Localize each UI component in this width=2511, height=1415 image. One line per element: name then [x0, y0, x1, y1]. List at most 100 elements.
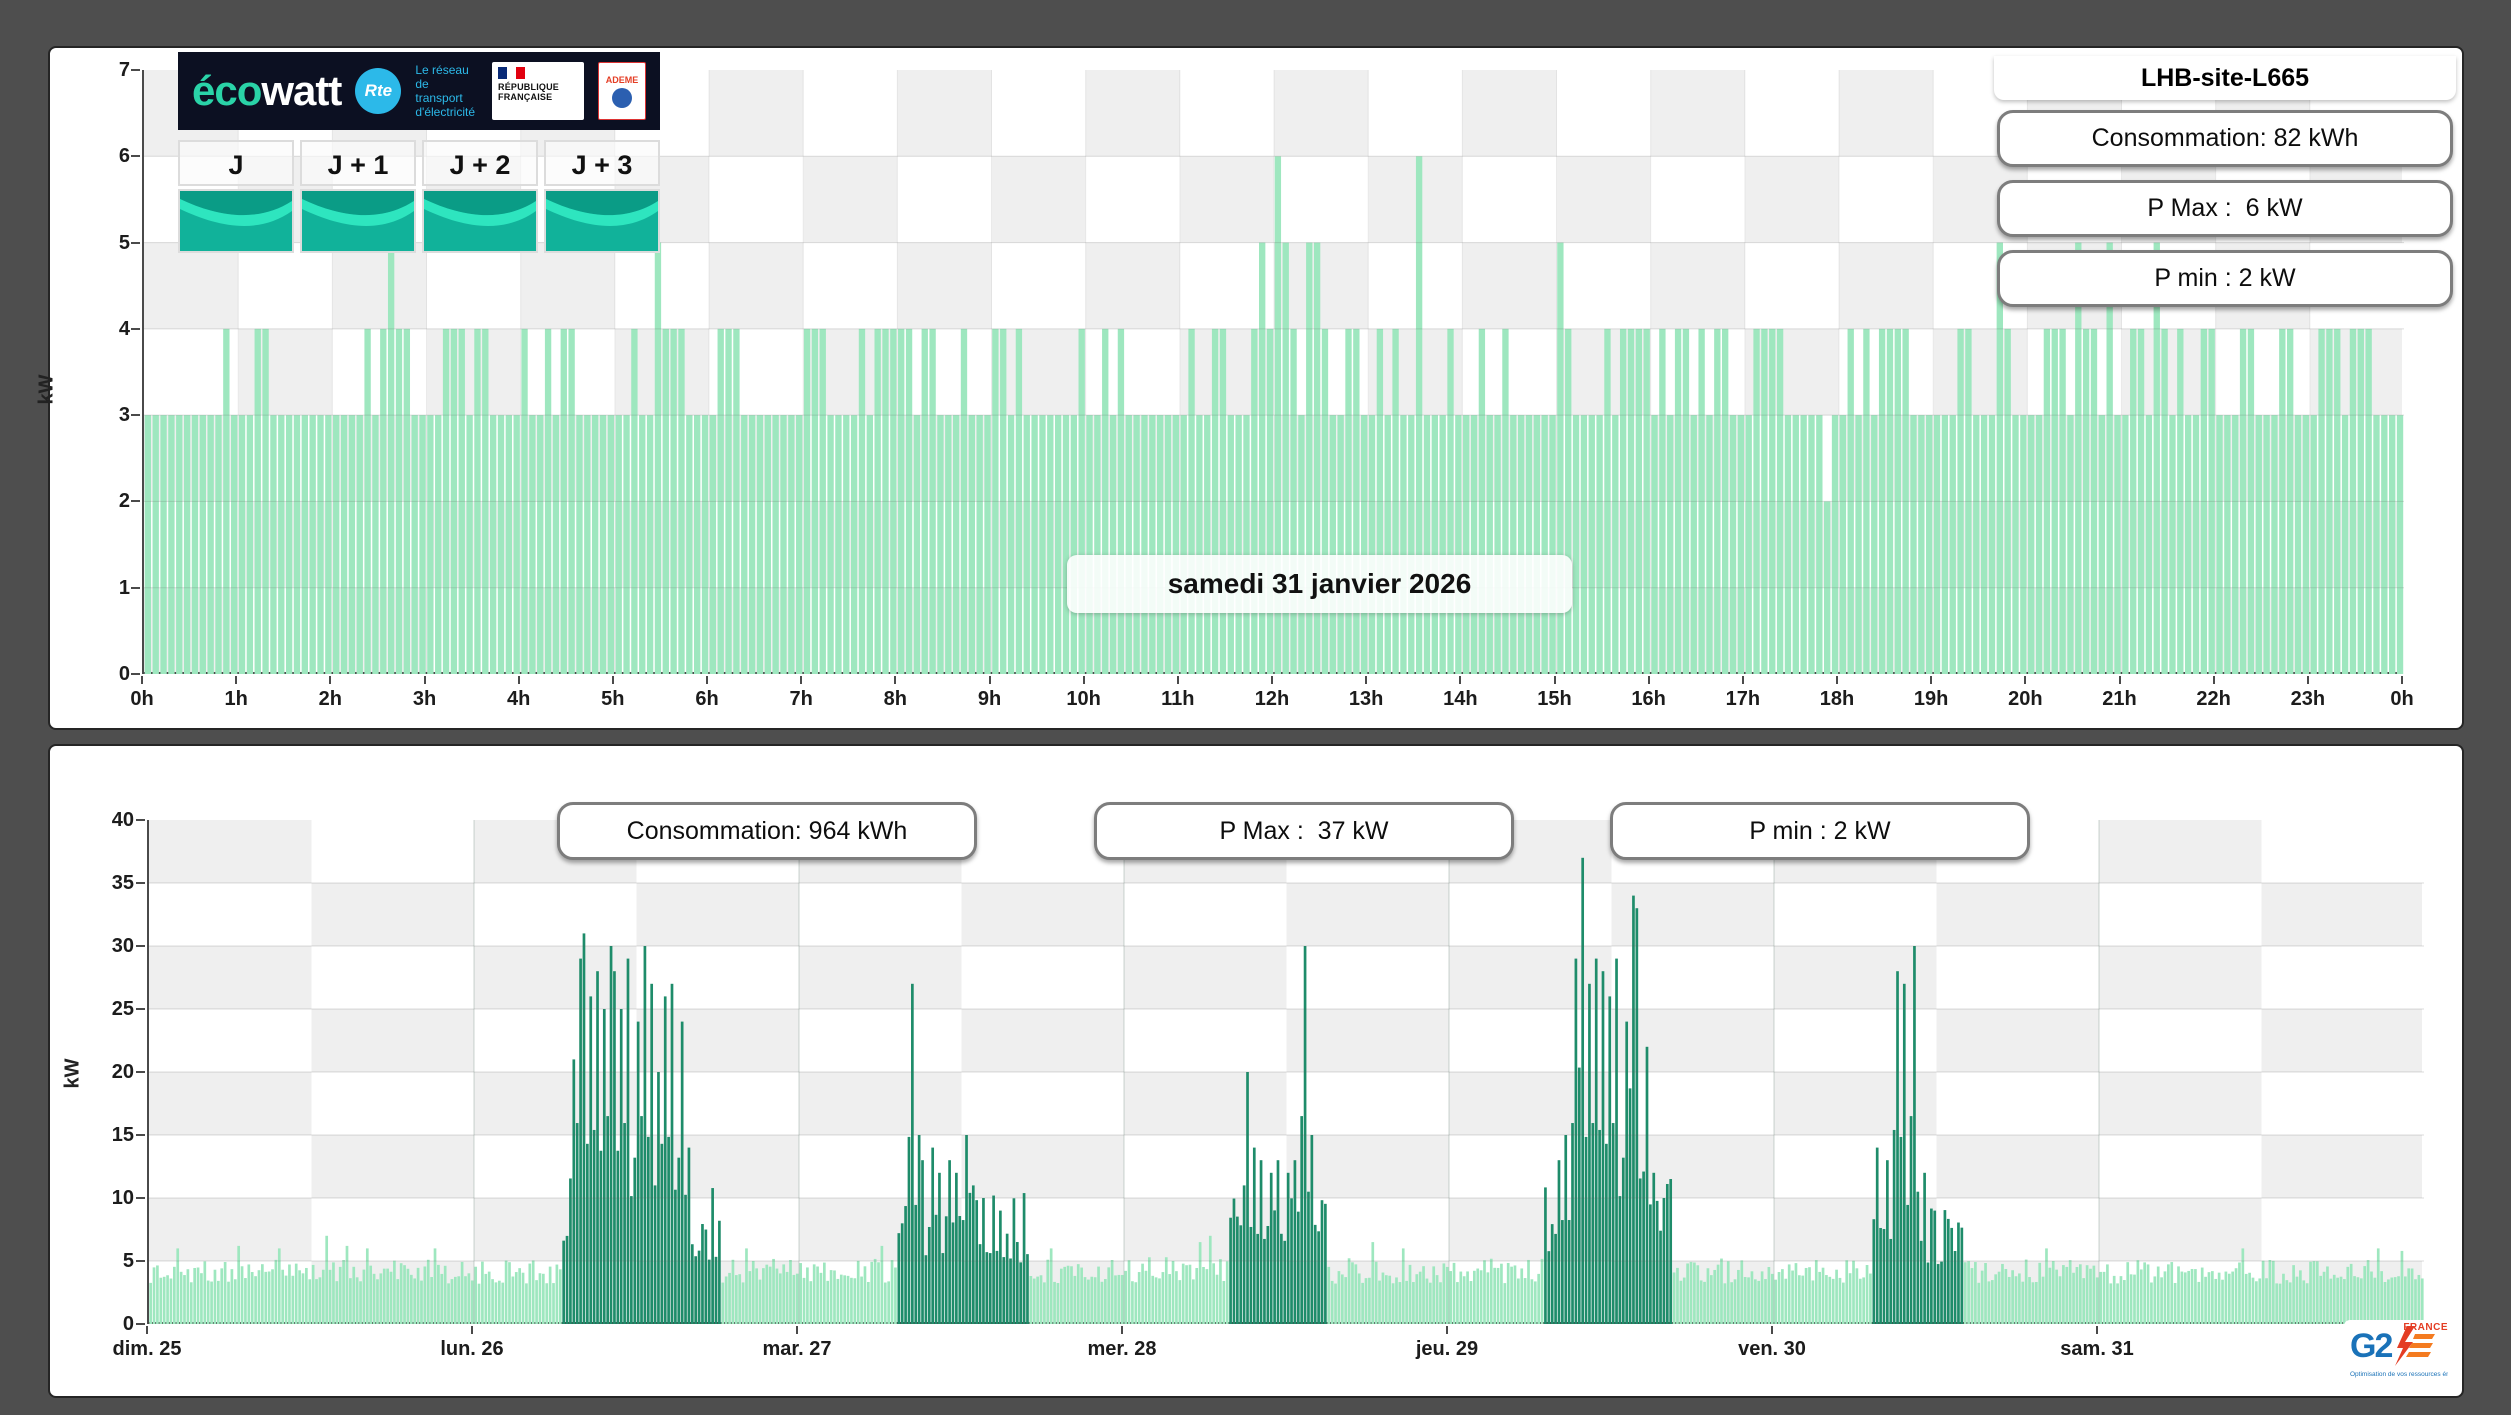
daily-y-tick-label: 0: [118, 663, 130, 685]
weekly-y-tick-label: 10: [111, 1187, 134, 1209]
daily-y-tick-label: 4: [118, 317, 130, 340]
daily-x-tick-mark: [1176, 676, 1179, 684]
daily-x-tick-mark: [2212, 676, 2215, 684]
daily-x-tick-mark: [1741, 676, 1744, 684]
daily-x-tick-mark: [800, 676, 803, 684]
daily-x-tick-mark: [2118, 676, 2121, 684]
daily-x-tick-label: 7h: [789, 688, 813, 710]
tab-day-j[interactable]: J: [178, 140, 294, 253]
weekly-y-tick-mark: [136, 1260, 145, 1262]
ecowatt-logo-banner: écowatt Rte Le réseau de transport d'éle…: [178, 52, 660, 130]
ecowatt-signal-tile-j1: [300, 189, 416, 253]
weekly-consumption-stat: Consommation: 964 kWh: [557, 802, 977, 860]
french-flag-icon: [498, 67, 525, 79]
weekly-x-tick-label: jeu. 29: [1415, 1338, 1479, 1360]
daily-x-tick-mark: [1553, 676, 1556, 684]
weekly-x-tick-mark: [1771, 1326, 1773, 1334]
weekly-y-tick-mark: [136, 1008, 145, 1010]
daily-x-tick-label: 23h: [2290, 688, 2326, 710]
ecowatt-signal-tile-j3: [544, 189, 660, 253]
daily-y-tick-label: 5: [118, 231, 130, 254]
weekly-y-tick-mark: [136, 882, 145, 884]
daily-x-tick-mark: [1836, 676, 1838, 684]
daily-y-tick-mark: [131, 500, 140, 503]
daily-pmax-stat: P Max : 6 kW: [1997, 180, 2453, 237]
daily-y-tick-mark: [131, 673, 140, 675]
daily-x-tick-mark: [988, 676, 991, 684]
daily-x-tick-mark: [611, 676, 614, 684]
daily-x-tick-label: 22h: [2196, 688, 2231, 710]
daily-x-tick-label: 13h: [1348, 688, 1384, 710]
tab-day-j3-label: J + 3: [544, 140, 660, 186]
weekly-y-tick-label: 25: [111, 998, 134, 1020]
daily-x-tick-mark: [1647, 676, 1650, 684]
tab-day-j2-label: J + 2: [422, 140, 538, 186]
rte-logo-icon: Rte: [355, 68, 402, 114]
weekly-pmax-stat: P Max : 37 kW: [1094, 802, 1514, 860]
weekly-y-tick-label: 35: [111, 872, 134, 894]
tab-day-j1-label: J + 1: [300, 140, 416, 186]
daily-x-tick-label: 15h: [1537, 688, 1572, 710]
weekly-x-tick-label: lun. 26: [440, 1338, 504, 1360]
weekly-y-tick-mark: [136, 1071, 145, 1073]
daily-x-tick-label: 20h: [2008, 688, 2043, 710]
weekly-x-tick-label: mar. 27: [762, 1338, 832, 1360]
g2e-france-label: FRANCE: [2403, 1322, 2448, 1333]
daily-x-tick-label: 3h: [412, 688, 437, 710]
daily-x-tick-label: 14h: [1443, 688, 1478, 710]
tab-day-j3[interactable]: J + 3: [544, 140, 660, 253]
daily-x-tick-mark: [2401, 676, 2403, 684]
daily-y-tick-label: 1: [118, 576, 130, 599]
weekly-x-tick-label: mer. 28: [1087, 1338, 1157, 1360]
daily-x-tick-mark: [329, 676, 332, 684]
daily-y-tick-mark: [131, 586, 140, 589]
daily-x-tick-mark: [1271, 676, 1273, 684]
daily-y-axis-title: kW: [35, 374, 58, 405]
date-label: samedi 31 janvier 2026: [1067, 555, 1572, 613]
daily-y-tick-label: 7: [118, 59, 130, 81]
tab-day-j1[interactable]: J + 1: [300, 140, 416, 253]
ecowatt-logo: écowatt: [192, 67, 342, 115]
daily-x-tick-label: 18h: [1819, 688, 1855, 710]
weekly-x-tick-label: ven. 30: [1738, 1338, 1806, 1360]
weekly-y-tick-label: 0: [122, 1313, 134, 1335]
daily-y-tick-label: 3: [118, 404, 130, 427]
daily-x-tick-label: 10h: [1066, 688, 1101, 710]
daily-x-tick-label: 5h: [601, 688, 625, 710]
g2e-tagline: Optimisation de vos ressources énergétiq…: [2350, 1371, 2448, 1378]
rte-tagline: Le réseau de transport d'électricité: [415, 63, 476, 119]
daily-x-tick-mark: [423, 676, 426, 684]
republique-francaise-label: RÉPUBLIQUE FRANÇAISE: [498, 82, 560, 102]
daily-x-tick-mark: [706, 676, 708, 684]
weekly-y-tick-mark: [136, 1197, 145, 1199]
daily-y-tick-label: 2: [118, 490, 130, 513]
daily-x-tick-label: 17h: [1725, 688, 1761, 710]
weekly-x-tick-mark: [1121, 1326, 1123, 1334]
weekly-pmin-stat: P min : 2 kW: [1610, 802, 2030, 860]
weekly-x-tick-mark: [796, 1326, 798, 1334]
daily-x-tick-mark: [1082, 676, 1085, 684]
weekly-y-tick-mark: [136, 945, 145, 947]
tab-day-j2[interactable]: J + 2: [422, 140, 538, 253]
weekly-chart-plot: [147, 820, 2424, 1324]
weekly-x-tick-label: dim. 25: [112, 1338, 182, 1360]
ademe-logo: ADEME: [598, 62, 646, 120]
daily-pmin-stat: P min : 2 kW: [1997, 250, 2453, 307]
daily-x-tick-label: 12h: [1254, 688, 1290, 710]
daily-x-tick-mark: [517, 676, 520, 684]
weekly-x-tick-mark: [1446, 1326, 1448, 1334]
ecowatt-signal-tile-j2: [422, 189, 538, 253]
daily-y-tick-mark: [131, 414, 140, 417]
daily-x-tick-mark: [141, 676, 143, 684]
weekly-x-tick-label: sam. 31: [2060, 1338, 2134, 1360]
site-title: LHB-site-L665: [1994, 56, 2456, 100]
ademe-label: ADEME: [605, 74, 639, 85]
daily-x-tick-label: 0h: [130, 688, 154, 710]
g2e-logo-text: G2: [2350, 1326, 2393, 1365]
weekly-chart-bars: [149, 820, 2424, 1324]
weekly-y-tick-label: 30: [111, 935, 134, 957]
weekly-x-tick-mark: [146, 1326, 148, 1334]
daily-y-tick-label: 6: [118, 145, 130, 168]
daily-x-tick-label: 1h: [224, 688, 248, 710]
ecowatt-signal-tile-j: [178, 189, 294, 253]
